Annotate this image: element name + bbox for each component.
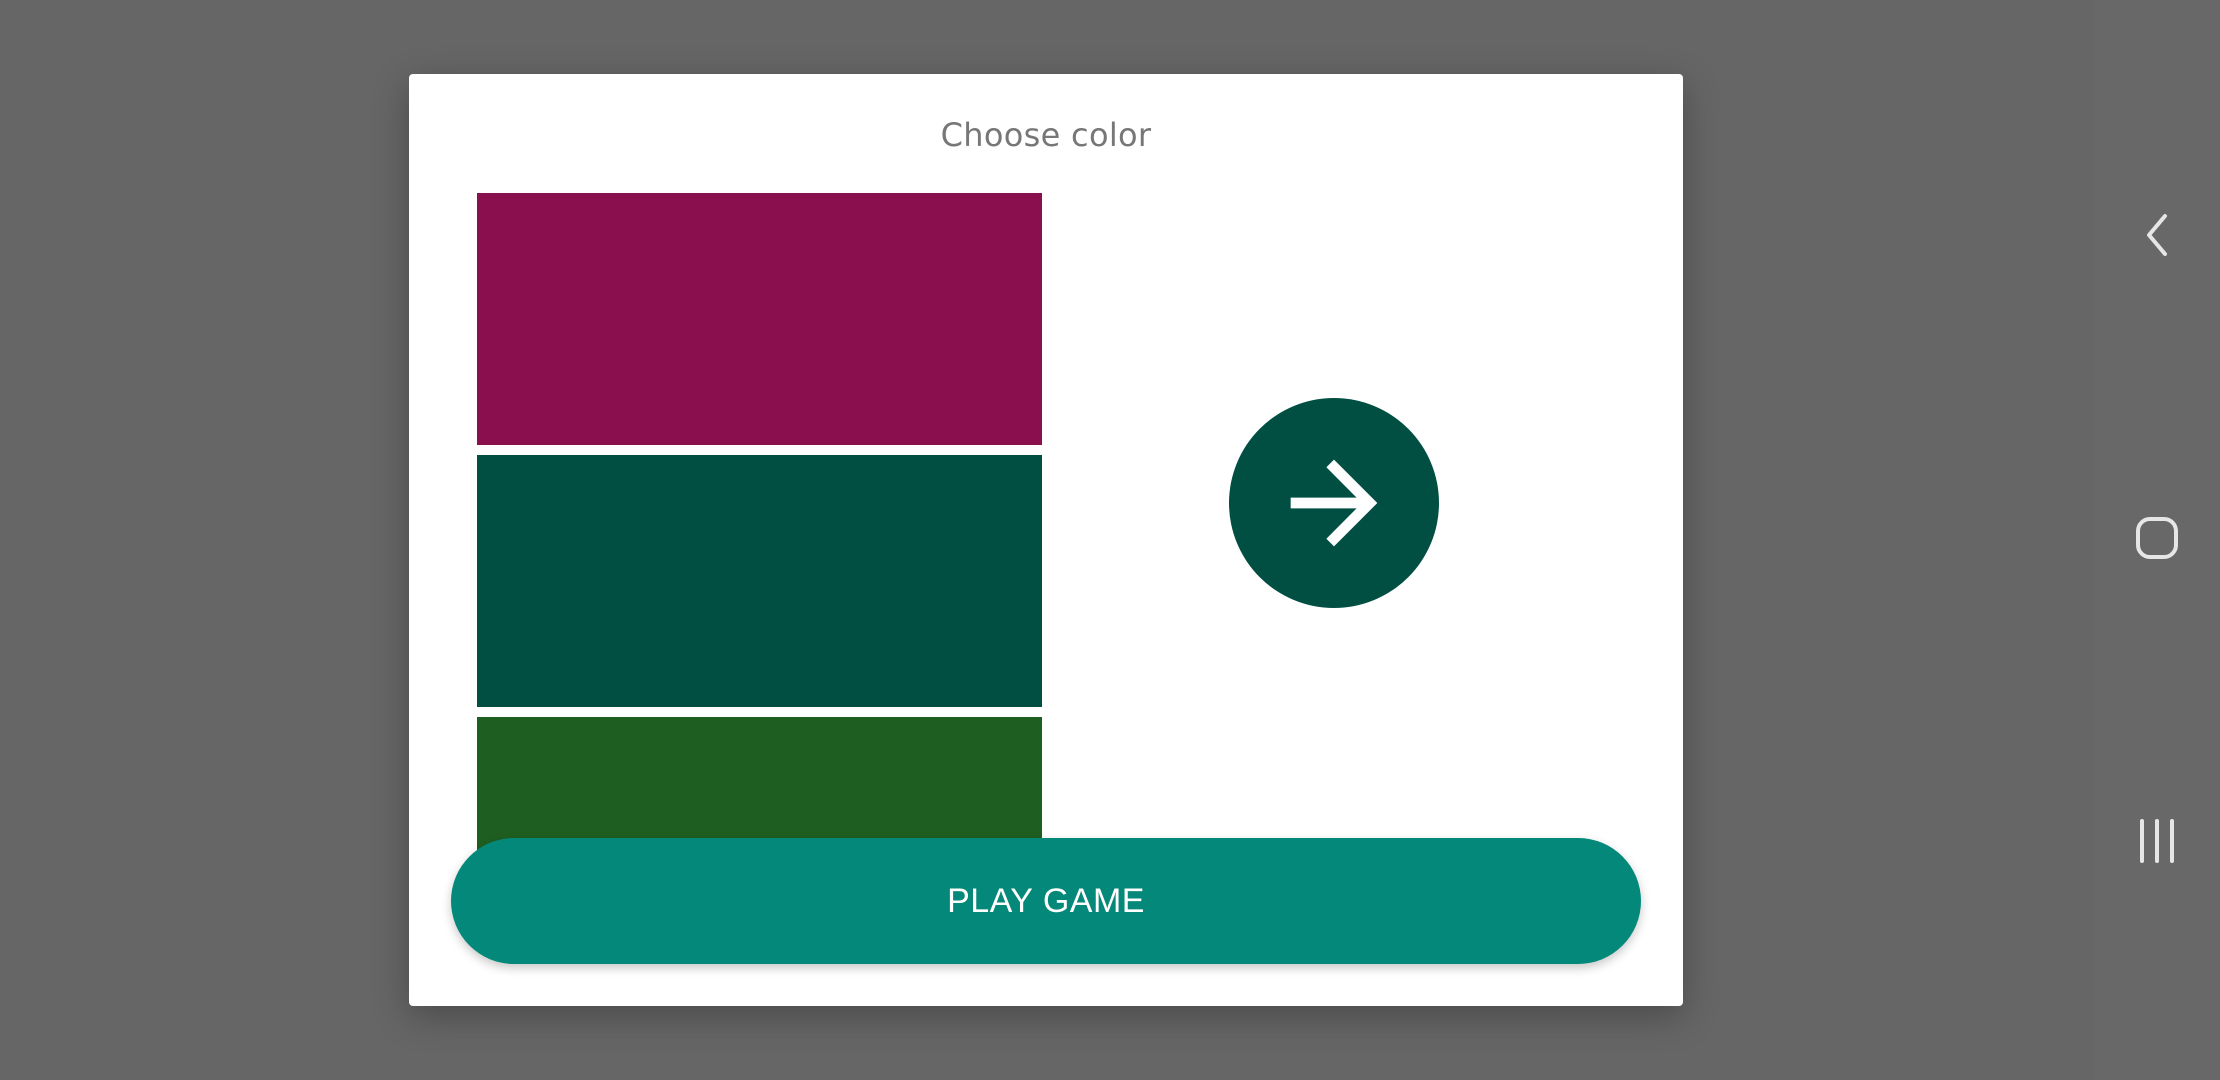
recents-icon bbox=[2140, 819, 2174, 863]
selected-color-preview[interactable] bbox=[1229, 398, 1439, 608]
screen: Choose color PLAY GAME bbox=[0, 0, 2220, 1080]
back-button[interactable] bbox=[2094, 190, 2220, 280]
dialog-title: Choose color bbox=[940, 116, 1152, 154]
choose-color-dialog: Choose color PLAY GAME bbox=[409, 74, 1683, 1006]
navigation-bar bbox=[2094, 0, 2220, 1080]
swatch-magenta[interactable] bbox=[477, 193, 1042, 445]
color-list[interactable] bbox=[477, 193, 1042, 891]
recents-button[interactable] bbox=[2094, 796, 2220, 886]
play-game-button[interactable]: PLAY GAME bbox=[451, 838, 1641, 964]
home-icon bbox=[2136, 517, 2178, 559]
swatch-dark-teal[interactable] bbox=[477, 455, 1042, 707]
back-icon bbox=[2147, 214, 2167, 256]
arrow-right-icon bbox=[1290, 459, 1378, 547]
home-button[interactable] bbox=[2094, 493, 2220, 583]
